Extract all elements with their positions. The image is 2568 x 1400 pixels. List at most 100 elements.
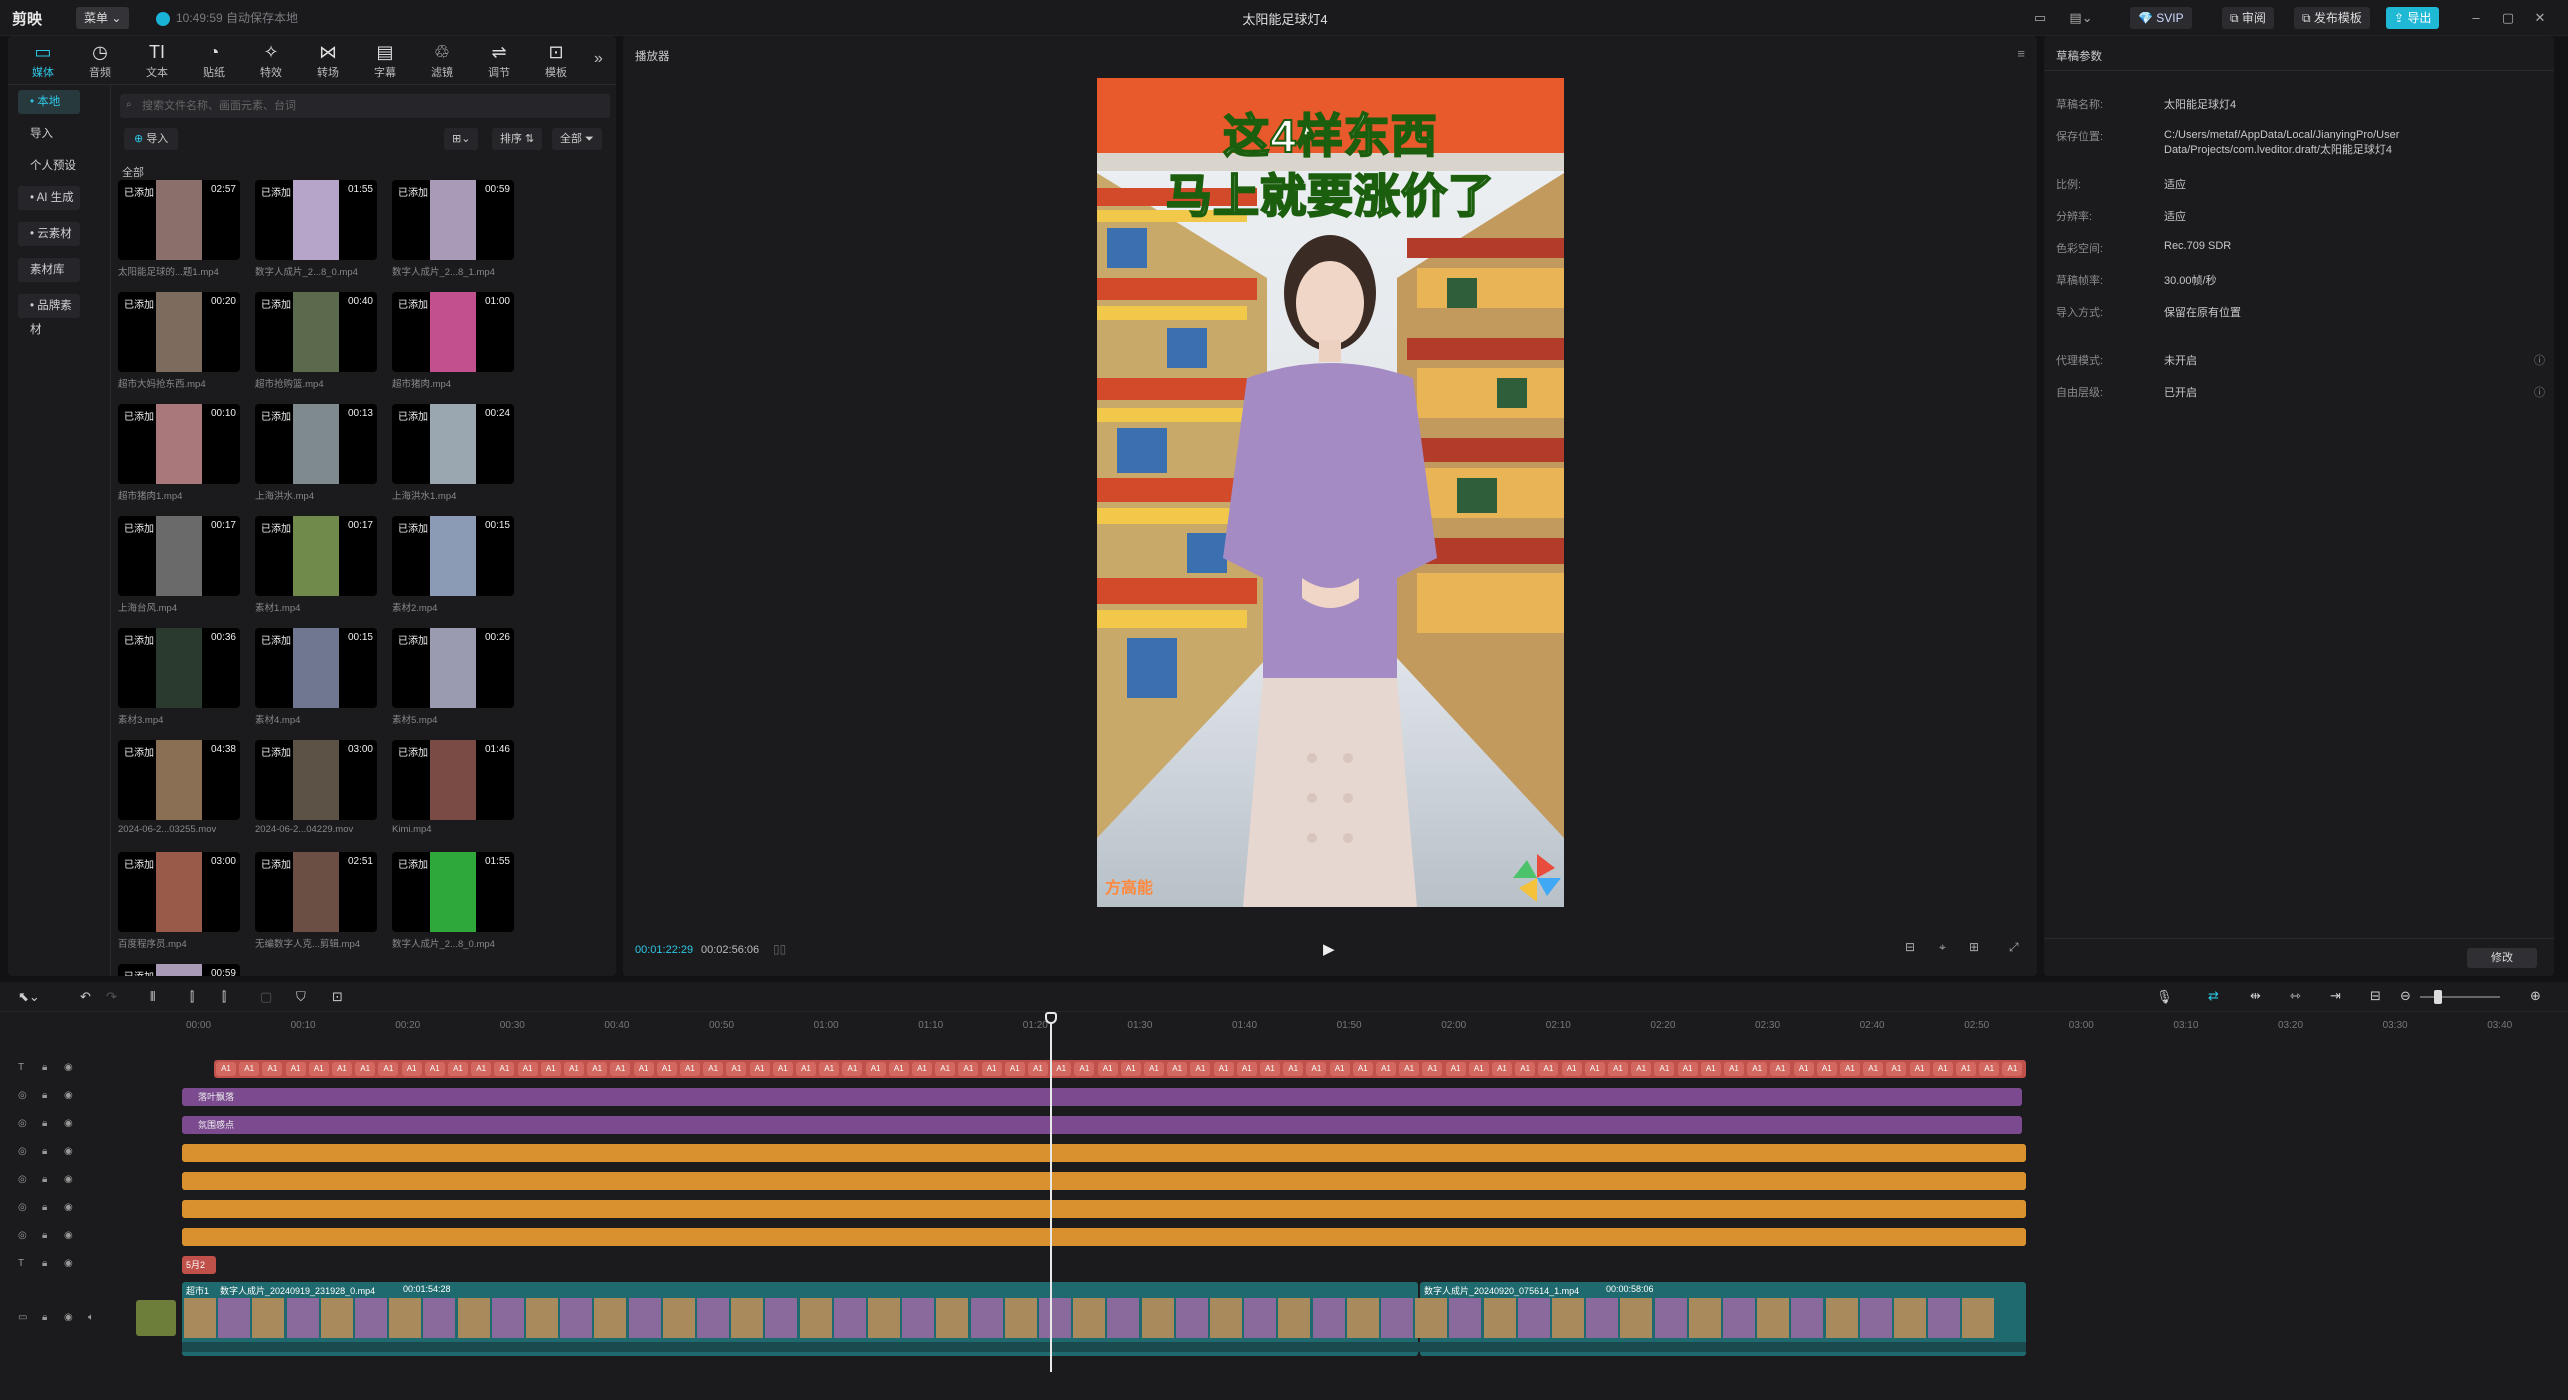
- media-item[interactable]: 已添加 00:10 超市猪肉1.mp4: [118, 404, 240, 502]
- caption-clip[interactable]: A1: [1724, 1062, 1744, 1076]
- media-item[interactable]: 已添加 01:55 数字人成片_2...8_0.mp4: [392, 852, 514, 950]
- cover-thumbnail[interactable]: [136, 1300, 176, 1336]
- menu-button[interactable]: 菜单 ⌄: [76, 7, 130, 29]
- media-item[interactable]: 已添加 01:55 数字人成片_2...8_0.mp4: [255, 180, 377, 278]
- caption-clip[interactable]: A1: [772, 1062, 793, 1076]
- caption-clip[interactable]: A1: [424, 1062, 445, 1076]
- zoom-out-icon[interactable]: ⊖: [2400, 988, 2411, 1004]
- volume-icon[interactable]: 🔈︎: [88, 1312, 94, 1323]
- media-item[interactable]: 已添加 02:51 无编数字人克...剪辑.mp4: [255, 852, 377, 950]
- video-preview[interactable]: 方高能 这4样东西 马上就要涨价了: [1097, 78, 1564, 907]
- lock-icon[interactable]: 🔒︎: [42, 1230, 47, 1241]
- caption-clip[interactable]: A1: [1051, 1062, 1072, 1076]
- zoom-slider-handle[interactable]: [2434, 990, 2442, 1004]
- info-icon[interactable]: ⓘ: [2534, 352, 2545, 368]
- lock-icon[interactable]: 🔒︎: [42, 1146, 47, 1157]
- caption-clip[interactable]: A1: [1120, 1062, 1141, 1076]
- layout-icon[interactable]: ▭: [2030, 8, 2050, 28]
- caption-clip[interactable]: A1: [471, 1062, 492, 1076]
- tab-audio[interactable]: ◷ 音频: [73, 40, 127, 82]
- media-item[interactable]: 已添加 00:17 上海台风.mp4: [118, 516, 240, 614]
- player-menu-icon[interactable]: ≡: [2017, 46, 2025, 61]
- media-item[interactable]: 已添加 00:20 超市大妈抢东西.mp4: [118, 292, 240, 390]
- sidenav-item[interactable]: • AI 生成: [18, 186, 80, 210]
- eye-icon[interactable]: ◉: [64, 1146, 73, 1157]
- caption-clip[interactable]: A1: [981, 1062, 1002, 1076]
- view-mode-button[interactable]: ⊞⌄: [444, 128, 479, 150]
- lock-icon[interactable]: 🔒︎: [42, 1202, 47, 1213]
- microphone-icon[interactable]: 🎙: [2156, 989, 2173, 1005]
- media-item[interactable]: 已添加 00:36 素材3.mp4: [118, 628, 240, 726]
- caption-clip[interactable]: A1: [1816, 1062, 1837, 1076]
- caption-clip[interactable]: A1: [1677, 1062, 1698, 1076]
- caption-clip[interactable]: A1: [1932, 1062, 1953, 1076]
- caption-clip[interactable]: A1: [1283, 1062, 1304, 1076]
- tab-filter[interactable]: ♲ 滤镜: [415, 40, 469, 82]
- caption-clip[interactable]: A1: [1167, 1062, 1188, 1076]
- eye-icon[interactable]: ◉: [64, 1118, 73, 1129]
- caption-clip[interactable]: A1: [1863, 1062, 1884, 1076]
- media-item[interactable]: 已添加 01:46 Kimi.mp4: [392, 740, 514, 835]
- eye-icon[interactable]: ◉: [64, 1230, 73, 1241]
- trim-left-icon[interactable]: ⫿: [190, 989, 194, 1005]
- caption-clip[interactable]: A1: [285, 1062, 306, 1076]
- publish-template-button[interactable]: ⧉ 发布模板: [2294, 7, 2370, 29]
- caption-clip[interactable]: A1: [912, 1062, 932, 1076]
- caption-clip[interactable]: A1: [888, 1062, 909, 1076]
- tab-effects[interactable]: ✧ 特效: [244, 40, 298, 82]
- caption-clip[interactable]: A1: [1306, 1062, 1327, 1076]
- caption-clip[interactable]: A1: [1770, 1062, 1791, 1076]
- media-item[interactable]: 已添加 00:15 素材4.mp4: [255, 628, 377, 726]
- sidenav-item[interactable]: 导入: [18, 122, 80, 146]
- sidenav-item[interactable]: • 品牌素材: [18, 294, 80, 336]
- caption-clip[interactable]: A1: [1144, 1062, 1164, 1076]
- media-item[interactable]: 已添加 03:00 2024-06-2...04229.mov: [255, 740, 377, 835]
- caption-clip[interactable]: A1: [448, 1062, 468, 1076]
- caption-clip[interactable]: A1: [355, 1062, 376, 1076]
- import-button[interactable]: ⊕ 导入: [124, 128, 179, 150]
- caption-clip[interactable]: A1: [726, 1062, 747, 1076]
- export-button[interactable]: ⇪ 导出: [2386, 7, 2440, 29]
- search-input[interactable]: 搜索文件名称、画面元素、台词: [120, 94, 610, 118]
- caption-clip[interactable]: A1: [1213, 1062, 1234, 1076]
- media-item[interactable]: 已添加 02:57 太阳能足球的...题1.mp4: [118, 180, 240, 278]
- eye-icon[interactable]: ◉: [64, 1202, 73, 1213]
- caption-clip[interactable]: A1: [1376, 1062, 1396, 1076]
- caption-clip[interactable]: A1: [1608, 1062, 1628, 1076]
- sidenav-item[interactable]: • 本地: [18, 90, 80, 114]
- lock-icon[interactable]: 🔒︎: [42, 1312, 47, 1323]
- caption-clip[interactable]: A1: [564, 1062, 584, 1076]
- tab-template[interactable]: ⊡ 模板: [529, 40, 583, 82]
- caption-clip[interactable]: A1: [587, 1062, 608, 1076]
- sort-button[interactable]: 排序 ⇅: [492, 128, 543, 150]
- caption-clip[interactable]: A1: [1074, 1062, 1095, 1076]
- tab-media[interactable]: ▭ 媒体: [16, 40, 70, 82]
- caption-clip[interactable]: A1: [1004, 1062, 1025, 1076]
- tab-transition[interactable]: ⋈ 转场: [301, 40, 355, 82]
- media-item[interactable]: 已添加 04:38 2024-06-2...03255.mov: [118, 740, 240, 835]
- caption-clip[interactable]: A1: [401, 1062, 422, 1076]
- align-icon[interactable]: ⇥: [2330, 988, 2341, 1004]
- media-item[interactable]: 已添加 00:24 上海洪水1.mp4: [392, 404, 514, 502]
- redo-icon[interactable]: ↷: [106, 989, 117, 1005]
- caption-clip[interactable]: A1: [1260, 1062, 1280, 1076]
- media-item[interactable]: 已添加 00:26 素材5.mp4: [392, 628, 514, 726]
- caption-clip[interactable]: A1: [1468, 1062, 1489, 1076]
- caption-clip[interactable]: A1: [1956, 1062, 1976, 1076]
- caption-clip[interactable]: A1: [1886, 1062, 1907, 1076]
- caption-clip[interactable]: A1: [378, 1062, 399, 1076]
- caption-clip[interactable]: A1: [262, 1062, 283, 1076]
- media-item[interactable]: 已添加 00:15 素材2.mp4: [392, 516, 514, 614]
- sidenav-item[interactable]: • 云素材: [18, 222, 80, 246]
- caption-clip[interactable]: A1: [308, 1062, 329, 1076]
- caption-clip[interactable]: A1: [865, 1062, 886, 1076]
- playhead[interactable]: [1050, 1012, 1052, 1372]
- shield-icon[interactable]: ⛉: [296, 989, 306, 1005]
- media-item[interactable]: 已添加 03:00 百度程序员.mp4: [118, 852, 240, 950]
- select-tool-icon[interactable]: ⬉⌄: [18, 989, 40, 1005]
- caption-clip[interactable]: A1: [216, 1062, 236, 1076]
- fit-icon[interactable]: ⊟: [2370, 988, 2381, 1004]
- caption-clip[interactable]: A1: [958, 1062, 979, 1076]
- delete-icon[interactable]: ▢: [260, 989, 272, 1005]
- caption-clip[interactable]: A1: [842, 1062, 863, 1076]
